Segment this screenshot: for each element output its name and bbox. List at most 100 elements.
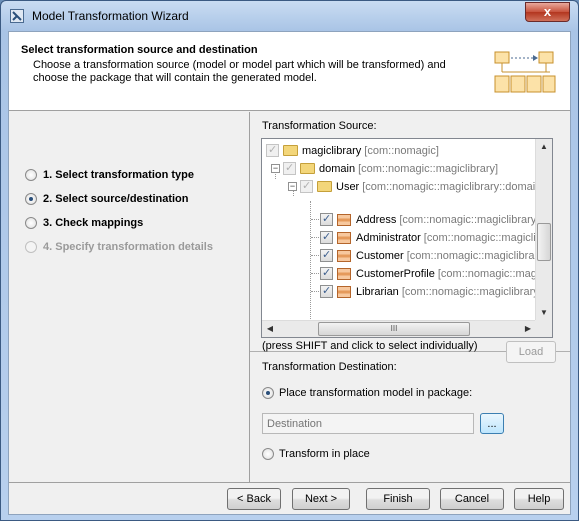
folder-icon: [317, 181, 332, 192]
scroll-grip-icon: III: [390, 324, 398, 333]
step-check-mappings[interactable]: 3. Check mappings: [25, 215, 143, 231]
tree-item-name: Address: [356, 213, 397, 226]
collapse-icon[interactable]: −: [271, 164, 280, 173]
transform-in-place-option[interactable]: Transform in place: [262, 448, 370, 460]
scroll-up-icon[interactable]: ▲: [536, 139, 552, 155]
page-title: Select transformation source and destina…: [21, 44, 258, 56]
tree-checkbox: [300, 179, 313, 193]
tree-checkbox: [283, 161, 296, 175]
tree-horizontal-scrollbar[interactable]: ◀ III ▶: [262, 320, 536, 337]
step-radio[interactable]: [25, 169, 37, 181]
scroll-right-icon[interactable]: ▶: [520, 321, 536, 337]
tree-item-qualifier: [com::nomagic::magiclibrary::dc: [399, 213, 553, 226]
title-bar[interactable]: Model Transformation Wizard x: [1, 1, 578, 31]
scroll-left-icon[interactable]: ◀: [262, 321, 278, 337]
tree-checkbox[interactable]: [320, 230, 333, 244]
horizontal-scroll-thumb[interactable]: III: [318, 322, 470, 336]
tree-item-librarian[interactable]: Librarian [com::nomagic::magiclibrary::d: [320, 283, 551, 300]
wizard-client: Select transformation source and destina…: [8, 31, 571, 515]
tree-checkbox[interactable]: [320, 266, 333, 280]
source-tree[interactable]: magiclibrary [com::nomagic] − domain [co…: [261, 138, 553, 338]
tree-vertical-scrollbar[interactable]: ▲ ▼: [535, 139, 552, 321]
tree-guide: [311, 237, 319, 238]
tree-checkbox[interactable]: [320, 284, 333, 298]
tree-item-qualifier: [com::nomagic]: [364, 144, 439, 157]
selection-hint: (press SHIFT and click to select individ…: [262, 340, 478, 352]
tree-item-magiclibrary[interactable]: magiclibrary [com::nomagic]: [266, 142, 439, 159]
place-in-package-option[interactable]: Place transformation model in package:: [262, 387, 472, 399]
tree-item-qualifier: [com::nomagic::magiclibrary::c: [406, 249, 553, 262]
cancel-button[interactable]: Cancel: [440, 488, 504, 510]
app-icon: [10, 9, 24, 23]
tree-item-name: CustomerProfile: [356, 267, 435, 280]
folder-icon: [283, 145, 298, 156]
tree-guide: [311, 219, 319, 220]
tree-item-qualifier: [com::nomagic::magiclibrar: [423, 231, 553, 244]
finish-button[interactable]: Finish: [366, 488, 430, 510]
source-label: Transformation Source:: [262, 120, 377, 132]
close-button[interactable]: x: [525, 2, 570, 22]
scroll-corner: [535, 320, 552, 337]
next-button[interactable]: Next >: [292, 488, 350, 510]
step-radio: [25, 241, 37, 253]
tree-item-name: magiclibrary: [302, 144, 362, 157]
class-icon: [337, 285, 351, 298]
tree-item-name: domain: [319, 162, 356, 175]
vertical-scroll-thumb[interactable]: [537, 223, 551, 261]
close-icon: x: [543, 4, 552, 19]
step-select-type[interactable]: 1. Select transformation type: [25, 167, 194, 183]
step-radio[interactable]: [25, 193, 37, 205]
source-panel: Transformation Source: magiclibrary: [250, 112, 570, 363]
tree-item-address[interactable]: Address [com::nomagic::magiclibrary::dc: [320, 211, 553, 228]
tree-item-qualifier: [com::nomagic::magiclibrary::domain]: [362, 180, 545, 193]
help-button[interactable]: Help: [514, 488, 564, 510]
class-icon: [337, 213, 351, 226]
tree-checkbox[interactable]: [320, 212, 333, 226]
step-label: 3. Check mappings: [43, 217, 144, 229]
destination-label: Transformation Destination:: [262, 361, 397, 373]
tree-item-name: Librarian: [356, 285, 399, 298]
window-title: Model Transformation Wizard: [32, 9, 189, 23]
destination-panel: Transformation Destination: Place transf…: [250, 353, 570, 482]
tree-item-domain[interactable]: − domain [com::nomagic::magiclibrary]: [271, 160, 498, 177]
source-destination-area: Transformation Source: magiclibrary: [249, 112, 570, 482]
browse-button[interactable]: ...: [480, 413, 504, 434]
step-label: 2. Select source/destination: [43, 193, 189, 205]
class-icon: [337, 249, 351, 262]
back-button[interactable]: < Back: [227, 488, 281, 510]
step-label: 1. Select transformation type: [43, 169, 194, 181]
button-bar: < Back Next > Finish Cancel Help: [9, 482, 570, 514]
tree-guide: [311, 255, 319, 256]
tree-item-name: User: [336, 180, 360, 193]
tree-item-user[interactable]: − User [com::nomagic::magiclibrary::doma…: [288, 178, 544, 195]
transform-in-place-label: Transform in place: [279, 448, 370, 460]
class-icon: [337, 267, 351, 280]
tree-guide: [311, 273, 319, 274]
folder-icon: [300, 163, 315, 174]
place-in-package-label: Place transformation model in package:: [279, 387, 473, 399]
page-description: Choose a transformation source (model or…: [33, 59, 446, 84]
tree-item-administrator[interactable]: Administrator [com::nomagic::magiclibrar: [320, 229, 553, 246]
tree-guide: [311, 291, 319, 292]
wizard-header: Select transformation source and destina…: [9, 32, 570, 111]
wizard-window: Model Transformation Wizard x Select tra…: [0, 0, 579, 521]
tree-item-name: Customer: [356, 249, 404, 262]
step-specify-details: 4. Specify transformation details: [25, 239, 213, 255]
collapse-icon[interactable]: −: [288, 182, 297, 191]
place-in-package-radio[interactable]: [262, 387, 274, 399]
destination-field[interactable]: [262, 413, 474, 434]
tree-checkbox[interactable]: [320, 248, 333, 262]
class-icon: [337, 231, 351, 244]
tree-item-name: Administrator: [356, 231, 421, 244]
step-select-source[interactable]: 2. Select source/destination: [25, 191, 189, 207]
step-radio[interactable]: [25, 217, 37, 229]
step-label: 4. Specify transformation details: [43, 241, 213, 253]
tree-item-qualifier: [com::nomagic::magiclibrary::d: [401, 285, 551, 298]
tree-item-qualifier: [com::nomagic::magiclibrary]: [358, 162, 499, 175]
transformation-graphic-icon: [494, 51, 556, 93]
scroll-down-icon[interactable]: ▼: [536, 305, 552, 321]
transform-in-place-radio[interactable]: [262, 448, 274, 460]
tree-item-customer[interactable]: Customer [com::nomagic::magiclibrary::c: [320, 247, 553, 264]
tree-item-customerprofile[interactable]: CustomerProfile [com::nomagic::magiclib: [320, 265, 552, 282]
steps-list: 1. Select transformation type 2. Select …: [9, 112, 250, 482]
